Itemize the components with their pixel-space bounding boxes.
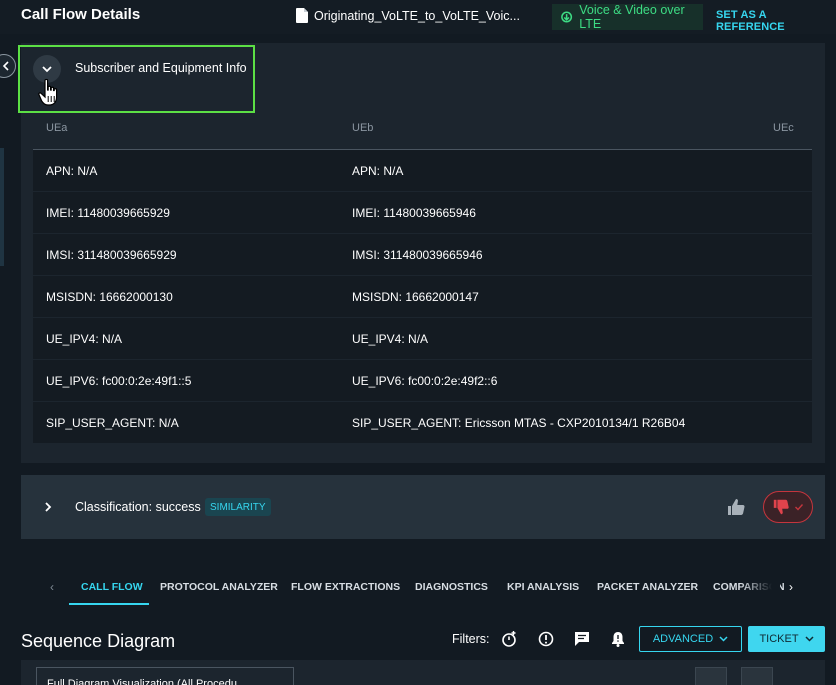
- table-row: MSISDN: 16662000130 MSISDN: 16662000147: [33, 276, 812, 318]
- add-timer-icon[interactable]: [500, 630, 518, 648]
- table-row: UE_IPV6: fc00:0:2e:49f1::5 UE_IPV6: fc00…: [33, 360, 812, 402]
- message-icon[interactable]: [573, 630, 591, 648]
- table-row: APN: N/A APN: N/A: [33, 150, 812, 192]
- thumbs-down-icon: [773, 499, 789, 515]
- bell-alert-icon[interactable]: [609, 630, 627, 648]
- toolbar-button[interactable]: [741, 667, 773, 685]
- table-cell: UE_IPV6: fc00:0:2e:49f2::6: [352, 374, 498, 388]
- chevron-down-icon: [719, 636, 728, 642]
- advanced-label: ADVANCED: [652, 633, 714, 645]
- advanced-dropdown-button[interactable]: ADVANCED: [639, 626, 742, 652]
- tab-flow-extractions[interactable]: FLOW EXTRACTIONS: [291, 581, 400, 593]
- similarity-badge[interactable]: SIMILARITY: [205, 498, 271, 516]
- table-row: IMSI: 311480039665929 IMSI: 311480039665…: [33, 234, 812, 276]
- column-header-uea: UEa: [46, 122, 68, 134]
- file-name[interactable]: Originating_VoLTE_to_VoLTE_Voic...: [296, 8, 520, 23]
- table-row: SIP_USER_AGENT: N/A SIP_USER_AGENT: Eric…: [33, 402, 812, 444]
- tab-protocol-analyzer[interactable]: PROTOCOL ANALYZER: [160, 581, 278, 593]
- hand-cursor-icon: [38, 78, 58, 106]
- toolbar-button[interactable]: [695, 667, 727, 685]
- table-cell: IMSI: 311480039665946: [352, 248, 483, 262]
- chevron-right-icon[interactable]: [42, 500, 54, 514]
- tab-call-flow[interactable]: CALL FLOW: [81, 581, 143, 593]
- active-tab-indicator: [69, 603, 149, 605]
- table-header: UEa UEb UEc: [33, 108, 812, 150]
- thumbs-down-button[interactable]: [763, 491, 813, 523]
- tabs-fade: [740, 576, 780, 600]
- section-title: Subscriber and Equipment Info: [75, 61, 247, 75]
- table-cell: SIP_USER_AGENT: Ericsson MTAS - CXP20101…: [352, 416, 686, 430]
- table-cell: IMSI: 311480039665929: [46, 248, 177, 262]
- classification-label: Classification: success: [75, 500, 201, 514]
- left-strip: [0, 148, 4, 266]
- volte-icon: [561, 11, 573, 23]
- sequence-diagram-title: Sequence Diagram: [21, 631, 176, 651]
- column-header-ueb: UEb: [352, 122, 374, 134]
- chevron-down-icon: [42, 66, 52, 73]
- document-icon: [296, 8, 308, 23]
- column-header-uec: UEc: [773, 122, 794, 134]
- table-cell: UE_IPV6: fc00:0:2e:49f1::5: [46, 374, 192, 388]
- table-cell: MSISDN: 16662000130: [46, 290, 173, 304]
- set-reference-link[interactable]: SET AS A REFERENCE: [716, 9, 836, 33]
- tab-diagnostics[interactable]: DIAGNOSTICS: [415, 581, 488, 593]
- ticket-dropdown-button[interactable]: TICKET: [748, 626, 825, 652]
- table-cell: APN: N/A: [352, 164, 404, 178]
- table-cell: UE_IPV4: N/A: [352, 332, 429, 346]
- table-row: UE_IPV4: N/A UE_IPV4: N/A: [33, 318, 812, 360]
- table-row: IMEI: 11480039665929 IMEI: 1148003966594…: [33, 192, 812, 234]
- collapse-sidebar-button[interactable]: [0, 54, 16, 78]
- table-cell: UE_IPV4: N/A: [46, 332, 123, 346]
- table-cell: IMEI: 11480039665946: [352, 206, 476, 220]
- visualization-select[interactable]: Full Diagram Visualization (All Procedu.…: [36, 667, 294, 685]
- table-cell: APN: N/A: [46, 164, 98, 178]
- chevron-left-icon: [2, 61, 9, 71]
- service-label: Voice & Video over LTE: [579, 3, 685, 31]
- check-icon: [795, 504, 804, 511]
- table-cell: SIP_USER_AGENT: N/A: [46, 416, 179, 430]
- tab-kpi-analysis[interactable]: KPI ANALYSIS: [507, 581, 579, 593]
- chevron-down-icon: [805, 636, 814, 642]
- page-title: Call Flow Details: [21, 6, 141, 23]
- service-badge: Voice & Video over LTE: [552, 3, 703, 31]
- ticket-label: TICKET: [759, 633, 799, 645]
- table-cell: MSISDN: 16662000147: [352, 290, 479, 304]
- table-cell: IMEI: 11480039665929: [46, 206, 170, 220]
- tabs-scroll-left-icon[interactable]: ‹: [50, 580, 54, 594]
- filters-label: Filters:: [452, 632, 490, 646]
- subscriber-table: UEa UEb UEc APN: N/A APN: N/A IMEI: 1148…: [33, 108, 812, 444]
- file-name-label: Originating_VoLTE_to_VoLTE_Voic...: [314, 8, 520, 23]
- tab-bar: ‹ CALL FLOW PROTOCOL ANALYZER FLOW EXTRA…: [21, 570, 825, 604]
- alert-icon[interactable]: [537, 630, 555, 648]
- tabs-scroll-right-icon[interactable]: ›: [789, 580, 793, 594]
- thumbs-up-icon[interactable]: [726, 497, 746, 517]
- tab-packet-analyzer[interactable]: PACKET ANALYZER: [597, 581, 698, 593]
